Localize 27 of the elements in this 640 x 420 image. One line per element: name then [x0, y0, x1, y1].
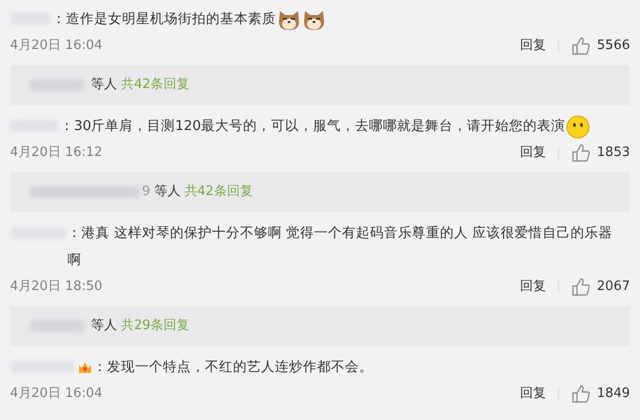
comment-text: ：发现一个特点，不红的艺人连炒作都不会。 [93, 358, 373, 377]
thumbs-up-icon [570, 277, 591, 297]
thumbs-up-icon [570, 36, 591, 56]
comment-text: ：30斤单肩，目测120最大号的，可以，服气，去哪哪就是舞台，请开始您的表演 [60, 117, 565, 136]
timestamp: 4月20日 18:50 [10, 278, 102, 296]
like-button[interactable]: 1853 [570, 143, 630, 163]
timestamp: 4月20日 16:12 [10, 144, 102, 162]
comment-text: ：港真 这样对琴的保护十分不够啊 觉得一个有起码音乐尊重的人 应该很爱惜自己的乐器啊 [68, 224, 614, 270]
reply-button[interactable]: 回复 [520, 384, 546, 404]
reply-button[interactable]: 回复 [520, 36, 546, 56]
replies-text: 等人 [91, 76, 117, 94]
comment-text: ：造作是女明星机场街拍的基本素质 [52, 10, 276, 29]
dog-face-icon [277, 8, 301, 32]
thumbs-up-icon [570, 384, 591, 404]
reply-button[interactable]: 回复 [520, 143, 546, 163]
timestamp: 4月20日 16:04 [10, 385, 102, 404]
thumbs-up-icon [570, 143, 591, 163]
timestamp: 4月20日 16:04 [10, 37, 102, 56]
dog-face-icon [302, 8, 326, 32]
like-button[interactable]: 2067 [570, 277, 630, 297]
like-button[interactable]: 1849 [570, 384, 630, 404]
smiley-face-icon [566, 115, 590, 139]
like-button[interactable]: 5566 [570, 36, 630, 56]
username-fragment: 9 [142, 183, 150, 202]
reply-button[interactable]: 回复 [520, 277, 546, 297]
replies-text: 等人 [91, 317, 117, 336]
replies-text: 等人 [154, 183, 180, 202]
